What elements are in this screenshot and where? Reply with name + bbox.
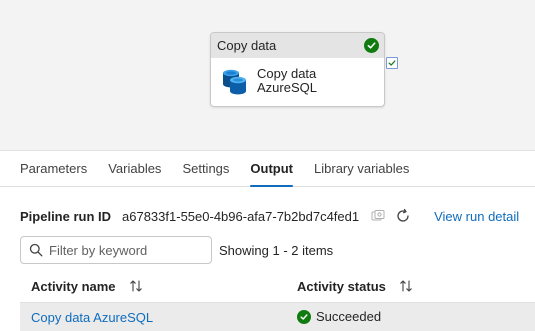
azure-sql-database-icon xyxy=(223,69,246,95)
tab-output[interactable]: Output xyxy=(250,151,293,187)
column-header-label: Activity name xyxy=(31,278,116,294)
activity-status-text: Succeeded xyxy=(316,309,382,324)
checkmark-circle-icon xyxy=(297,309,311,324)
properties-tabs: Parameters Variables Settings Output Lib… xyxy=(0,151,535,187)
filter-search-box[interactable] xyxy=(20,236,212,264)
tab-parameters[interactable]: Parameters xyxy=(20,151,87,187)
search-icon xyxy=(29,243,43,257)
copy-icon[interactable] xyxy=(371,210,385,222)
pipeline-run-row: Pipeline run ID a67833f1-55e0-4b96-afa7-… xyxy=(20,204,519,228)
activity-card-header: Copy data xyxy=(211,33,384,58)
filter-keyword-input[interactable] xyxy=(49,242,199,258)
checkmark-circle-icon xyxy=(364,38,379,53)
sort-icon[interactable] xyxy=(399,279,413,293)
activity-type-title: Copy data xyxy=(217,38,277,53)
refresh-icon[interactable] xyxy=(395,208,411,224)
activity-table-header: Activity name Activity status xyxy=(20,271,535,301)
tab-variables[interactable]: Variables xyxy=(108,151,161,187)
activity-name-link[interactable]: Copy data AzureSQL xyxy=(31,310,153,325)
sort-icon[interactable] xyxy=(129,279,143,293)
activity-name-line1: Copy data xyxy=(257,66,317,81)
column-header-activity-status[interactable]: Activity status xyxy=(297,279,413,294)
tab-settings[interactable]: Settings xyxy=(182,151,229,187)
pipeline-canvas[interactable]: Copy data Copy data AzureSQL xyxy=(0,0,535,150)
view-run-detail-link[interactable]: View run detail xyxy=(434,209,519,224)
column-header-activity-name[interactable]: Activity name xyxy=(31,279,143,294)
copy-data-activity-card[interactable]: Copy data Copy data AzureSQL xyxy=(210,32,385,107)
activity-card-body: Copy data AzureSQL xyxy=(211,58,384,96)
activity-on-success-connector-icon[interactable] xyxy=(386,57,398,69)
showing-items-count: Showing 1 - 2 items xyxy=(219,243,334,258)
column-header-label: Activity status xyxy=(297,278,386,294)
tab-library-variables[interactable]: Library variables xyxy=(314,151,409,187)
pipeline-run-id-label: Pipeline run ID xyxy=(20,208,112,224)
activity-status-cell: Succeeded xyxy=(297,309,381,324)
table-row[interactable]: Copy data AzureSQL Succeeded xyxy=(20,302,535,331)
pipeline-run-id-value: a67833f1-55e0-4b96-afa7-7b2bd7c4fed1 xyxy=(122,208,360,224)
activity-name-line2: AzureSQL xyxy=(257,80,317,95)
